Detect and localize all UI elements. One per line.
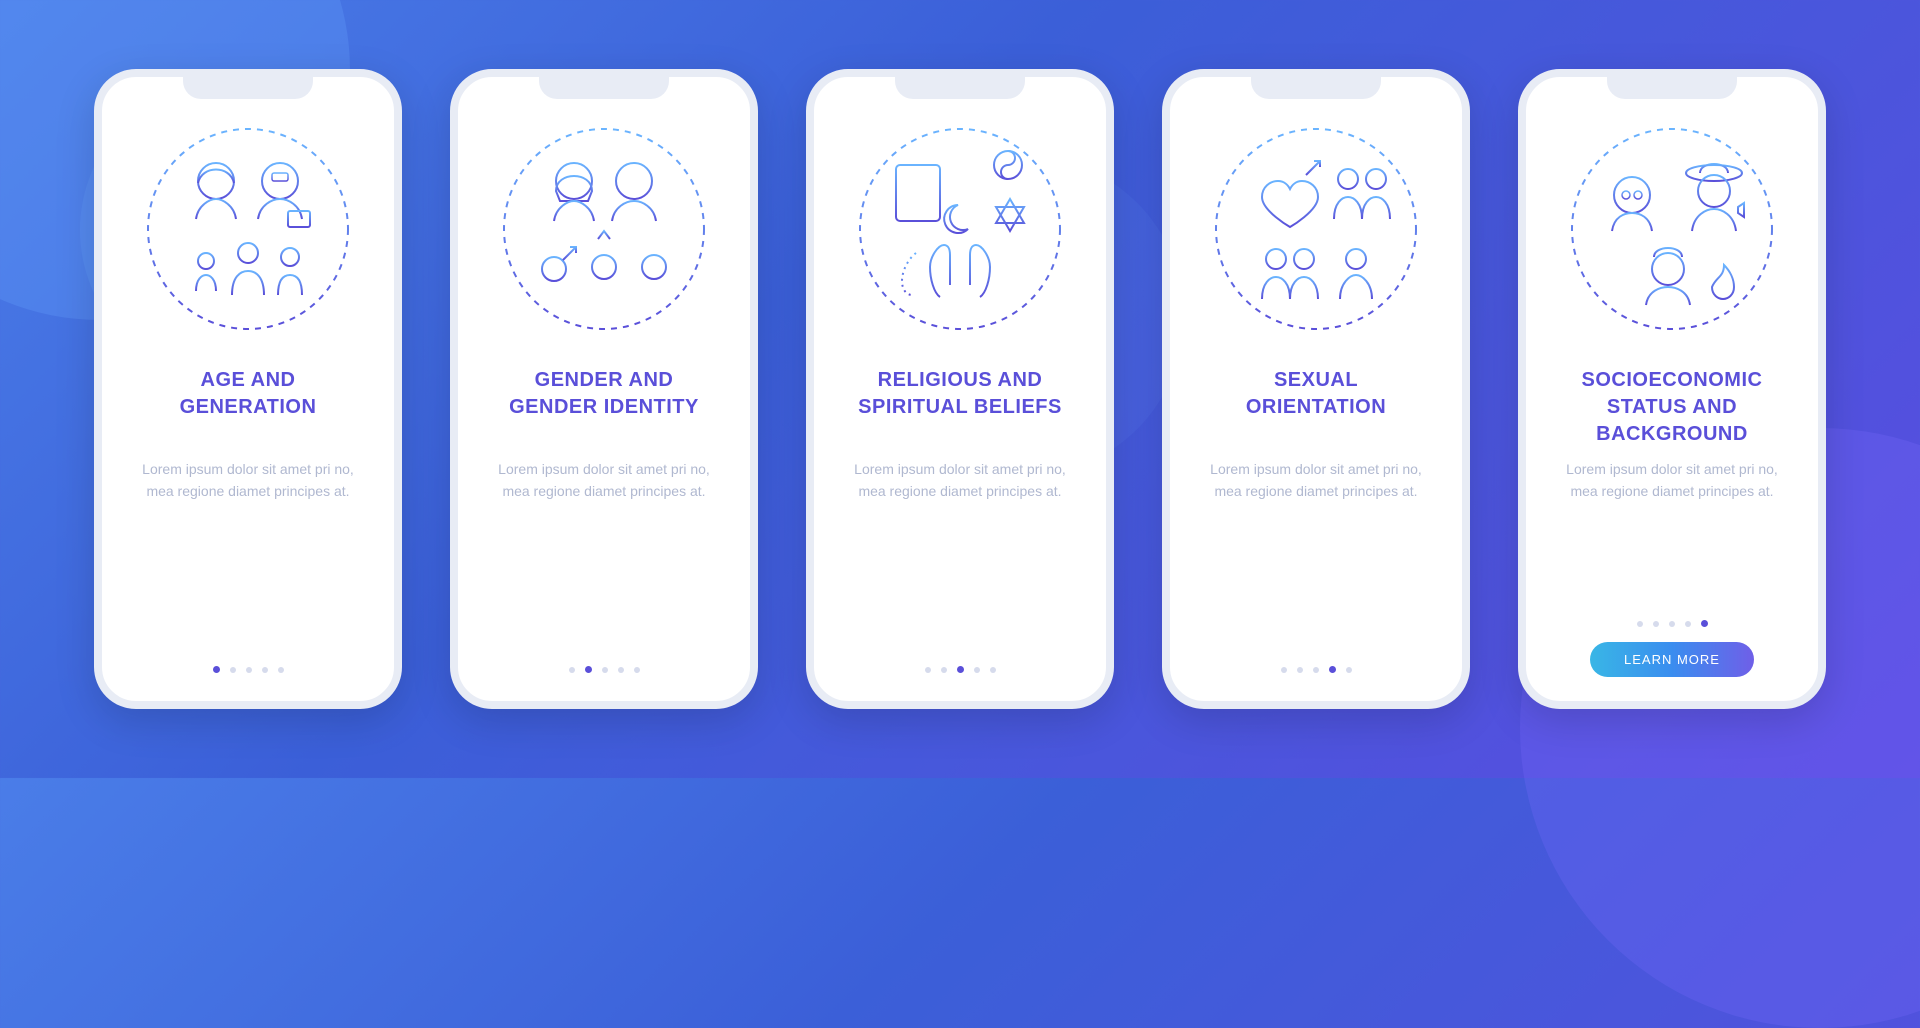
onboarding-screen-5: SOCIOECONOMIC STATUS AND BACKGROUND Lore… (1518, 69, 1826, 709)
dot-1[interactable] (1281, 667, 1287, 673)
dot-2[interactable] (1297, 667, 1303, 673)
sexual-orientation-icon (1206, 119, 1426, 339)
phone-notch (895, 75, 1025, 99)
screen-description: Lorem ipsum dolor sit amet pri no, mea r… (836, 459, 1084, 502)
screen-title: AGE AND GENERATION (174, 367, 323, 451)
dot-4[interactable] (618, 667, 624, 673)
dot-1[interactable] (1637, 621, 1643, 627)
dot-3[interactable] (957, 666, 964, 673)
dot-3[interactable] (602, 667, 608, 673)
pagination-dots (213, 666, 284, 673)
phone-notch (539, 75, 669, 99)
dot-2[interactable] (1653, 621, 1659, 627)
onboarding-screen-3: RELIGIOUS AND SPIRITUAL BELIEFS Lorem ip… (806, 69, 1114, 709)
dot-2[interactable] (941, 667, 947, 673)
onboarding-screen-2: GENDER AND GENDER IDENTITY Lorem ipsum d… (450, 69, 758, 709)
dot-5[interactable] (1346, 667, 1352, 673)
gender-identity-icon (494, 119, 714, 339)
dot-5[interactable] (1701, 620, 1708, 627)
dot-3[interactable] (1313, 667, 1319, 673)
onboarding-screens-row: AGE AND GENERATION Lorem ipsum dolor sit… (94, 69, 1826, 709)
dot-5[interactable] (990, 667, 996, 673)
age-generation-icon (138, 119, 358, 339)
pagination-dots (1281, 666, 1352, 673)
religious-beliefs-icon (850, 119, 1070, 339)
dot-5[interactable] (278, 667, 284, 673)
screen-description: Lorem ipsum dolor sit amet pri no, mea r… (480, 459, 728, 502)
learn-more-button[interactable]: LEARN MORE (1590, 642, 1754, 677)
screen-description: Lorem ipsum dolor sit amet pri no, mea r… (1548, 459, 1796, 502)
onboarding-screen-1: AGE AND GENERATION Lorem ipsum dolor sit… (94, 69, 402, 709)
dot-2[interactable] (585, 666, 592, 673)
screen-title: SOCIOECONOMIC STATUS AND BACKGROUND (1576, 367, 1769, 451)
dot-3[interactable] (246, 667, 252, 673)
dot-3[interactable] (1669, 621, 1675, 627)
pagination-dots (569, 666, 640, 673)
screen-title: GENDER AND GENDER IDENTITY (503, 367, 705, 451)
dot-4[interactable] (1685, 621, 1691, 627)
screen-title: SEXUAL ORIENTATION (1240, 367, 1392, 451)
phone-notch (183, 75, 313, 99)
screen-title: RELIGIOUS AND SPIRITUAL BELIEFS (852, 367, 1068, 451)
dot-4[interactable] (1329, 666, 1336, 673)
dot-1[interactable] (213, 666, 220, 673)
screen-description: Lorem ipsum dolor sit amet pri no, mea r… (1192, 459, 1440, 502)
dot-5[interactable] (634, 667, 640, 673)
onboarding-screen-4: SEXUAL ORIENTATION Lorem ipsum dolor sit… (1162, 69, 1470, 709)
pagination-dots (925, 666, 996, 673)
dot-1[interactable] (925, 667, 931, 673)
screen-description: Lorem ipsum dolor sit amet pri no, mea r… (124, 459, 372, 502)
phone-notch (1251, 75, 1381, 99)
dot-2[interactable] (230, 667, 236, 673)
pagination-dots (1637, 620, 1708, 627)
dot-1[interactable] (569, 667, 575, 673)
phone-notch (1607, 75, 1737, 99)
dot-4[interactable] (262, 667, 268, 673)
dot-4[interactable] (974, 667, 980, 673)
socioeconomic-status-icon (1562, 119, 1782, 339)
